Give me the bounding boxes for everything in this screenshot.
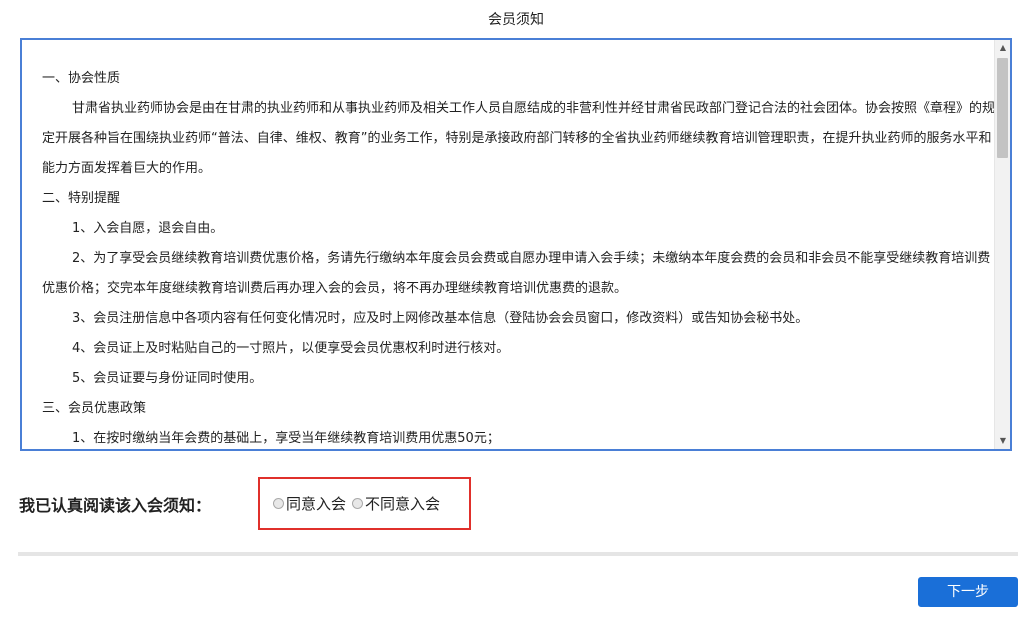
agree-radio[interactable]: [273, 498, 284, 509]
scroll-thumb[interactable]: [997, 58, 1008, 158]
notice-line: 2、为了享受会员继续教育培训费优惠价格，务请先行缴纳本年度会员会费或自愿办理申请…: [42, 251, 991, 296]
notice-text: 一、协会性质 甘肃省执业药师协会是由在甘肃的执业药师和从事执业药师及相关工作人员…: [42, 64, 997, 449]
scroll-down-arrow-icon[interactable]: ▼: [995, 433, 1010, 449]
notice-line: 1、在按时缴纳当年会费的基础上，享受当年继续教育培训费用优惠50元；: [72, 431, 500, 446]
notice-line: 一、协会性质: [42, 71, 121, 86]
notice-line: 二、特别提醒: [42, 191, 121, 206]
scroll-up-arrow-icon[interactable]: ▲: [995, 40, 1010, 56]
divider: [18, 552, 1018, 556]
notice-line: 三、会员优惠政策: [42, 401, 147, 416]
disagree-radio[interactable]: [352, 498, 364, 509]
notice-line: 4、会员证上及时粘贴自己的一寸照片，以便享受会员优惠权利时进行核对。: [72, 341, 510, 356]
notice-line: 1、入会自愿，退会自由。: [72, 221, 224, 236]
next-step-button[interactable]: 下一步: [918, 577, 1018, 607]
disagree-option-label: 不同意入会: [365, 495, 441, 513]
notice-scrollbar[interactable]: ▲ ▼: [994, 40, 1010, 449]
notice-line: 5、会员证要与身份证同时使用。: [72, 371, 263, 386]
agree-option[interactable]: 同意入会: [273, 493, 346, 514]
notice-panel[interactable]: 一、协会性质 甘肃省执业药师协会是由在甘肃的执业药师和从事执业药师及相关工作人员…: [20, 38, 1012, 451]
agreement-label: 我已认真阅读该入会须知：: [19, 496, 212, 515]
agreement-radio-group: 同意入会 不同意入会: [258, 477, 471, 530]
disagree-option[interactable]: 不同意入会: [352, 493, 440, 514]
notice-line: 甘肃省执业药师协会是由在甘肃的执业药师和从事执业药师及相关工作人员自愿结成的非营…: [42, 101, 996, 176]
notice-line: 3、会员注册信息中各项内容有任何变化情况时，应及时上网修改基本信息（登陆协会会员…: [72, 311, 809, 326]
page-title: 会员须知: [488, 12, 544, 28]
agree-option-label: 同意入会: [286, 495, 347, 513]
